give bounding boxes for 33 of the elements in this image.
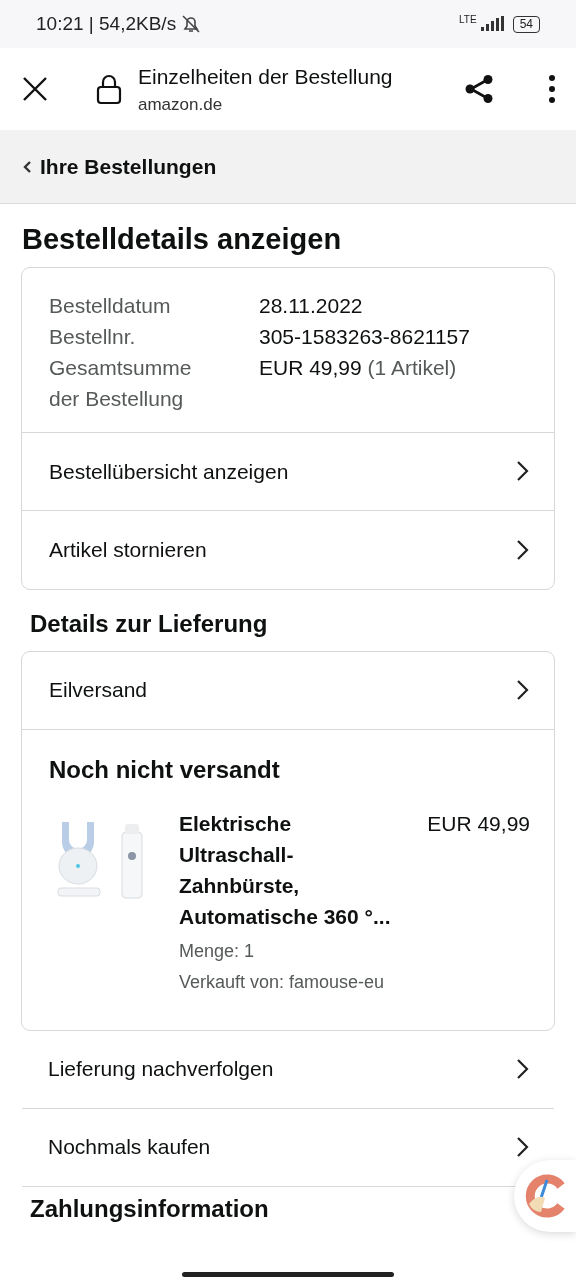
- link-row[interactable]: Lieferung nachverfolgen: [22, 1030, 554, 1109]
- more-menu-icon[interactable]: [548, 74, 556, 104]
- field-value: 28.11.2022: [259, 293, 363, 317]
- product-quantity: Menge: 1: [179, 939, 256, 963]
- broom-c-icon[interactable]: [523, 1174, 567, 1218]
- section-heading: Details zur Lieferung: [30, 609, 269, 639]
- lock-icon: [96, 73, 122, 105]
- product-price: EUR 49,99: [427, 810, 530, 837]
- link-row[interactable]: Artikel stornieren: [22, 510, 554, 589]
- field-value: EUR 49,99: [259, 355, 362, 379]
- product-seller: Verkauft von: famouse-eu: [179, 970, 386, 994]
- shipment-status: Noch nicht versandt: [49, 754, 281, 785]
- field-label: Bestelldatum: [49, 292, 172, 319]
- field-value: 305-1583263-8621157: [259, 324, 470, 348]
- section-heading: Zahlungsinformation: [30, 1194, 270, 1224]
- product-title[interactable]: Elektrische Ultraschall-Zahnbürste, Automatische 360 °...: [179, 807, 397, 932]
- network-type: LTE: [459, 12, 477, 27]
- gesture-bar[interactable]: [182, 1271, 394, 1277]
- breadcrumb-link[interactable]: Ihre Bestellungen: [40, 150, 217, 183]
- chevron-right-icon: [515, 537, 530, 562]
- field-label: Bestellnr.: [49, 323, 137, 350]
- page-title: Einzelheiten der Bestellung: [138, 63, 393, 90]
- page-heading: Bestelldetails anzeigen: [22, 222, 343, 257]
- status-time: 10:21 | 54,2KB/s: [36, 11, 177, 36]
- battery-indicator: 54: [512, 15, 540, 33]
- link-row[interactable]: Eilversand: [22, 651, 554, 730]
- page-domain: amazon.de: [138, 94, 224, 116]
- link-row[interactable]: Bestellübersicht anzeigen: [22, 432, 554, 511]
- field-label: Gesamtsumme der Bestellung: [49, 354, 193, 412]
- share-icon[interactable]: [464, 74, 494, 104]
- back-chevron-icon: [22, 159, 32, 174]
- floating-app-overlay[interactable]: [514, 1160, 576, 1232]
- field-note: (1 Artikel): [367, 355, 457, 379]
